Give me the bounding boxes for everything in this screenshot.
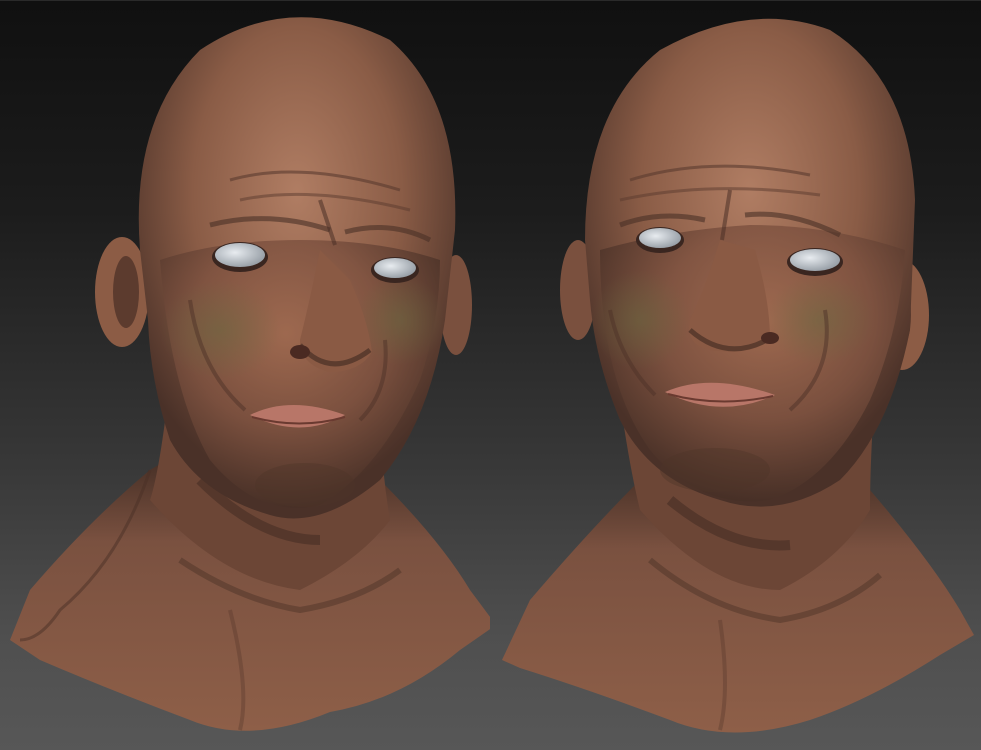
head-sculpt-left-render (10, 17, 490, 731)
head-sculpt-right[interactable] (490, 0, 980, 750)
zbrush-viewport[interactable] (0, 0, 981, 750)
head-sculpt-right-render (502, 18, 974, 733)
head-sculpt-left[interactable] (0, 0, 490, 750)
